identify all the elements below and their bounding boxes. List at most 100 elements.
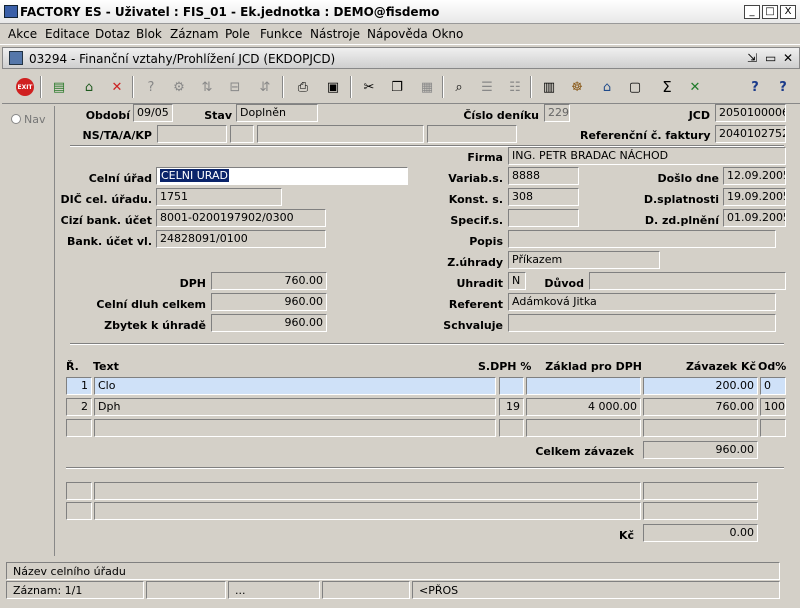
sort-button[interactable]: ⇅ bbox=[196, 76, 218, 98]
row1-zaklad[interactable] bbox=[526, 377, 641, 395]
menu-blok[interactable]: Blok bbox=[136, 27, 162, 41]
konst-field[interactable]: 308 bbox=[508, 188, 579, 206]
row3-zavazek[interactable] bbox=[643, 419, 758, 437]
dic-field[interactable]: 1751 bbox=[156, 188, 282, 206]
home-button[interactable]: ⌂ bbox=[596, 76, 618, 98]
filter-button[interactable]: ⊟ bbox=[224, 76, 246, 98]
sum-button[interactable]: Σ bbox=[656, 76, 678, 98]
kc-field[interactable]: 0.00 bbox=[643, 524, 758, 542]
row3-sdph[interactable] bbox=[499, 419, 524, 437]
print-button[interactable]: ⎙ bbox=[292, 76, 314, 98]
execute-icon: ⚙ bbox=[173, 79, 185, 95]
lower-row2-b[interactable] bbox=[94, 502, 641, 520]
a-field[interactable] bbox=[257, 125, 424, 143]
edit-list-button[interactable]: ☷ bbox=[504, 76, 526, 98]
cizi-ucet-field[interactable]: 8001-0200197902/0300 bbox=[156, 209, 326, 227]
zdplneni-field[interactable]: 01.09.2005 bbox=[723, 209, 786, 227]
row2-sdph[interactable]: 19 bbox=[499, 398, 524, 416]
paste-button[interactable]: ▦ bbox=[416, 76, 438, 98]
maximize-button[interactable]: □ bbox=[762, 5, 778, 19]
row1-od[interactable]: 0 bbox=[760, 377, 786, 395]
row3-r[interactable] bbox=[66, 419, 92, 437]
total-field[interactable]: 960.00 bbox=[643, 441, 758, 459]
excel-button[interactable]: ✕ bbox=[684, 76, 706, 98]
help-button[interactable]: ? bbox=[744, 76, 766, 98]
lower-row2-a[interactable] bbox=[66, 502, 92, 520]
ref-faktury-field[interactable]: 2040102752 bbox=[715, 125, 786, 143]
zuhrady-field[interactable]: Příkazem bbox=[508, 251, 660, 269]
row3-od[interactable] bbox=[760, 419, 786, 437]
stav-field[interactable]: Doplněn bbox=[236, 104, 318, 122]
lower-row2-c[interactable] bbox=[643, 502, 758, 520]
bank-ucet-field[interactable]: 24828091/0100 bbox=[156, 230, 326, 248]
lower-row1-a[interactable] bbox=[66, 482, 92, 500]
columns-button[interactable]: ⇵ bbox=[254, 76, 276, 98]
execute-query-button[interactable]: ⚙ bbox=[168, 76, 190, 98]
menu-napoveda[interactable]: Nápověda bbox=[367, 27, 428, 41]
close-icon[interactable]: ✕ bbox=[783, 51, 793, 65]
jcd-field[interactable]: 2050100006 bbox=[715, 104, 786, 122]
ta-field[interactable] bbox=[230, 125, 254, 143]
menu-pole[interactable]: Pole bbox=[225, 27, 250, 41]
list-button[interactable]: ☰ bbox=[476, 76, 498, 98]
row2-od[interactable]: 100 bbox=[760, 398, 786, 416]
menu-funkce[interactable]: Funkce bbox=[260, 27, 302, 41]
restore-icon[interactable]: ⇲ bbox=[747, 51, 757, 65]
popis-field[interactable] bbox=[508, 230, 776, 248]
referent-field[interactable]: Adámková Jitka bbox=[508, 293, 776, 311]
menu-akce[interactable]: Akce bbox=[8, 27, 37, 41]
search-button[interactable]: ⌕ bbox=[448, 76, 470, 98]
uhradit-field[interactable]: N bbox=[508, 272, 526, 290]
row1-sdph[interactable] bbox=[499, 377, 524, 395]
row1-r[interactable]: 1 bbox=[66, 377, 92, 395]
menu-editace[interactable]: Editace bbox=[45, 27, 90, 41]
celni-dluh-field[interactable]: 960.00 bbox=[211, 293, 327, 311]
insert-record-button[interactable]: ▤ bbox=[48, 76, 70, 98]
row3-zaklad[interactable] bbox=[526, 419, 641, 437]
obdobi-field[interactable]: 09/05 bbox=[133, 104, 173, 122]
copy-button[interactable]: ❐ bbox=[386, 76, 408, 98]
kp-field[interactable] bbox=[427, 125, 517, 143]
row3-text[interactable] bbox=[94, 419, 496, 437]
specif-field[interactable] bbox=[508, 209, 579, 227]
close-button[interactable]: X bbox=[780, 5, 796, 19]
doslo-field[interactable]: 12.09.2005 bbox=[723, 167, 786, 185]
context-help-button[interactable]: ? bbox=[772, 76, 794, 98]
row2-zaklad[interactable]: 4 000.00 bbox=[526, 398, 641, 416]
splatnost-field[interactable]: 19.09.2005 bbox=[723, 188, 786, 206]
organization-button[interactable]: ▥ bbox=[538, 76, 560, 98]
save-button[interactable]: ⌂ bbox=[78, 76, 100, 98]
nav-radio[interactable] bbox=[11, 114, 21, 124]
wheel-button[interactable]: ☸ bbox=[566, 76, 588, 98]
total-label: Celkem závazek bbox=[535, 445, 634, 458]
menu-zaznam[interactable]: Záznam bbox=[170, 27, 219, 41]
dph-field[interactable]: 760.00 bbox=[211, 272, 327, 290]
maximize-icon[interactable]: ▭ bbox=[765, 51, 776, 65]
exit-button[interactable]: EXIT bbox=[14, 76, 36, 98]
celni-urad-field[interactable]: CELNI URAD bbox=[156, 167, 408, 185]
row2-r[interactable]: 2 bbox=[66, 398, 92, 416]
menu-nastroje[interactable]: Nástroje bbox=[310, 27, 360, 41]
ns-field[interactable] bbox=[157, 125, 227, 143]
calendar-button[interactable]: ▢ bbox=[624, 76, 646, 98]
menu-okno[interactable]: Okno bbox=[432, 27, 463, 41]
row2-text[interactable]: Dph bbox=[94, 398, 496, 416]
lower-row1-b[interactable] bbox=[94, 482, 641, 500]
zbytek-field[interactable]: 960.00 bbox=[211, 314, 327, 332]
row1-text[interactable]: Clo bbox=[94, 377, 496, 395]
delete-record-button[interactable]: ✕ bbox=[106, 76, 128, 98]
minimize-button[interactable]: _ bbox=[744, 5, 760, 19]
cislo-deniku-field[interactable]: 229 bbox=[544, 104, 570, 122]
duvod-field[interactable] bbox=[589, 272, 786, 290]
schvaluje-field[interactable] bbox=[508, 314, 776, 332]
row2-zavazek[interactable]: 760.00 bbox=[643, 398, 758, 416]
lower-row1-c[interactable] bbox=[643, 482, 758, 500]
varias-field[interactable]: 8888 bbox=[508, 167, 579, 185]
row1-zavazek[interactable]: 200.00 bbox=[643, 377, 758, 395]
cut-button[interactable]: ✂ bbox=[358, 76, 380, 98]
divider bbox=[70, 343, 784, 345]
menu-dotaz[interactable]: Dotaz bbox=[95, 27, 130, 41]
print-preview-button[interactable]: ▣ bbox=[322, 76, 344, 98]
firma-field[interactable]: ING. PETR BRADAC NÁCHOD bbox=[508, 147, 786, 165]
query-button[interactable]: ? bbox=[140, 76, 162, 98]
